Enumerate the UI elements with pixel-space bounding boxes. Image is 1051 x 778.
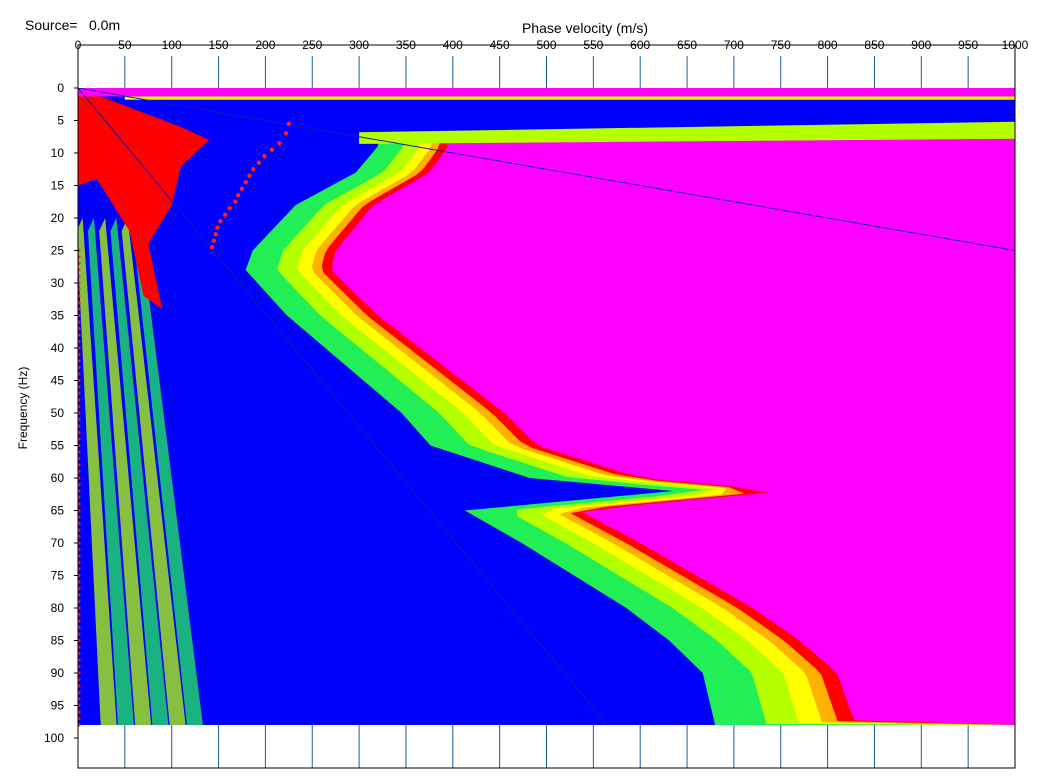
picked-point: [247, 173, 252, 178]
y-tick-label: 10: [51, 146, 65, 160]
y-tick-label: 30: [51, 276, 65, 290]
picked-point: [218, 219, 223, 224]
picked-point: [236, 193, 241, 198]
picked-point: [211, 238, 217, 243]
y-tick-label: 80: [51, 601, 65, 615]
heatmap-top-stripe: [78, 88, 1015, 97]
y-tick-label: 15: [51, 179, 65, 193]
picked-point: [227, 206, 232, 211]
y-tick-label: 45: [51, 374, 65, 388]
y-tick-label: 55: [51, 439, 65, 453]
picked-point: [215, 225, 220, 230]
y-tick-label: 90: [51, 666, 65, 680]
picked-point: [251, 167, 256, 172]
y-tick-label: 5: [57, 114, 64, 128]
y-tick-label: 40: [51, 341, 65, 355]
y-tick-label: 60: [51, 471, 65, 485]
picked-point: [256, 160, 262, 165]
picked-point: [233, 199, 238, 204]
y-axis-title: Frequency (Hz): [16, 367, 30, 450]
y-tick-label: 20: [51, 211, 65, 225]
picked-point: [283, 131, 289, 136]
y-tick-label: 50: [51, 406, 65, 420]
picked-point: [286, 121, 292, 126]
y-tick-label: 65: [51, 504, 65, 518]
picked-point: [277, 141, 282, 146]
y-tick-label: 95: [51, 699, 65, 713]
y-tick-label: 75: [51, 569, 65, 583]
heatmap-top-stripe: [124, 96, 1015, 100]
y-tick-label: 70: [51, 536, 65, 550]
y-tick-label: 85: [51, 634, 65, 648]
y-tick-label: 35: [51, 309, 65, 323]
y-tick-labels: 0 5 10 15 20 25 30 35 40 45 50 55 60 65 70 75 80 85 90 95 10…: [44, 81, 64, 745]
picked-point: [239, 186, 245, 191]
y-tick-label: 0: [57, 81, 64, 95]
picked-point: [209, 245, 215, 250]
picked-point: [222, 212, 228, 217]
y-tick-label: 100: [44, 731, 64, 745]
dispersion-chart: Source= 0.0m Phase velocity (m/s) Freque…: [16, 17, 1029, 769]
picked-point: [269, 147, 275, 152]
source-value: 0.0m: [89, 17, 120, 33]
picked-point: [262, 154, 267, 159]
plot-area: [74, 44, 1016, 769]
source-label: Source=: [25, 17, 78, 33]
y-tick-label: 25: [51, 244, 65, 258]
picked-point: [213, 232, 218, 237]
x-axis-title: Phase velocity (m/s): [522, 20, 648, 36]
picked-point: [243, 180, 248, 185]
